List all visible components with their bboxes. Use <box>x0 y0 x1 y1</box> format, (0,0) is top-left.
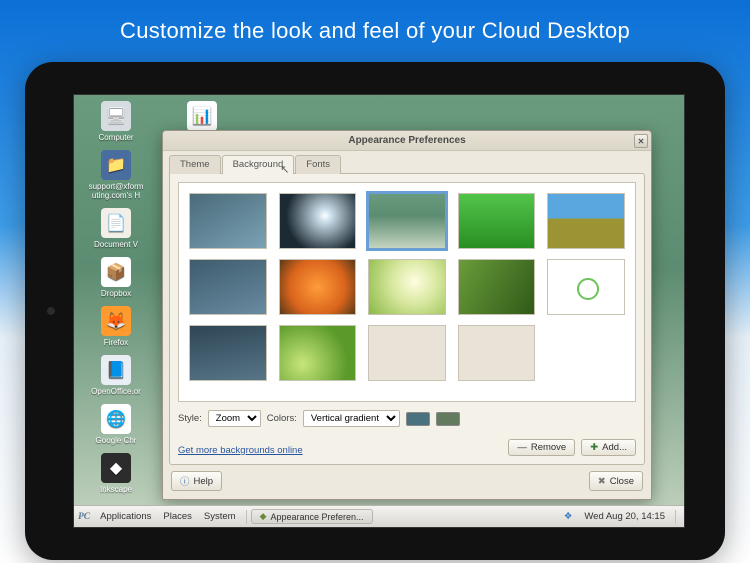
wallpaper-thumb-11[interactable] <box>279 325 357 381</box>
window-titlebar[interactable]: Appearance Preferences ✕ <box>163 131 651 151</box>
desktop-panel: PC Applications Places System ◆ Appearan… <box>74 505 684 527</box>
computer-icon: 🖥 <box>101 101 131 131</box>
wallpaper-thumb-4[interactable] <box>547 193 625 249</box>
window-close-button[interactable]: ✕ <box>634 134 648 148</box>
firefox-icon: 🦊 <box>101 306 131 336</box>
close-icon: ✖ <box>598 476 606 487</box>
tab-theme[interactable]: Theme <box>169 155 221 174</box>
wallpaper-thumb-7[interactable] <box>368 259 446 315</box>
wallpaper-thumb-6[interactable] <box>279 259 357 315</box>
get-more-backgrounds-link[interactable]: Get more backgrounds online <box>178 445 303 456</box>
desktop-icon-label: Firefox <box>80 338 152 347</box>
close-button[interactable]: ✖ Close <box>589 471 643 491</box>
wallpaper-action-buttons: — Remove ✚ Add... <box>508 439 636 456</box>
style-label: Style: <box>178 413 202 424</box>
wallpaper-thumb-12[interactable] <box>368 325 446 381</box>
wallpaper-thumb-2[interactable] <box>368 193 446 249</box>
desktop-icon-home-folder[interactable]: 📁 support@xform uting.com's H <box>80 150 152 200</box>
desktop-icon-inkscape[interactable]: ◆ Inkscape <box>80 453 152 494</box>
chrome-icon: 🌐 <box>101 404 131 434</box>
dropbox-icon: 📦 <box>101 257 131 287</box>
add-button[interactable]: ✚ Add... <box>581 439 636 456</box>
promo-headline: Customize the look and feel of your Clou… <box>0 0 750 44</box>
wallpaper-thumb-8[interactable] <box>458 259 536 315</box>
color-swatch-2[interactable] <box>436 412 460 426</box>
wallpaper-thumbnails-grid <box>189 193 625 381</box>
wallpaper-thumb-5[interactable] <box>189 259 267 315</box>
desktop-icon-label: Dropbox <box>80 289 152 298</box>
tabs-bar: ThemeBackground↖Fonts <box>163 151 651 174</box>
wallpaper-thumb-10[interactable] <box>189 325 267 381</box>
desktop-icon-chrome[interactable]: 🌐 Google Chr <box>80 404 152 445</box>
panel-separator-right <box>675 510 676 524</box>
desktop-icon-openoffice[interactable]: 📘 OpenOffice.or <box>80 355 152 396</box>
tablet-frame: 🖥 Computer 📁 support@xform uting.com's H 📄 Do… <box>25 62 725 560</box>
desktop-icon-computer[interactable]: 🖥 Computer <box>80 101 152 142</box>
wallpaper-thumb-13[interactable] <box>458 325 536 381</box>
wallpaper-thumb-9[interactable] <box>547 259 625 315</box>
wallpaper-thumb-1[interactable] <box>279 193 357 249</box>
wallpaper-thumb-3[interactable] <box>458 193 536 249</box>
add-icon: ✚ <box>590 442 598 453</box>
help-icon: ⓘ <box>180 474 190 488</box>
tab-background[interactable]: Background↖ <box>222 155 295 174</box>
wallpaper-thumb-0[interactable] <box>189 193 267 249</box>
window-footer: ⓘ Help ✖ Close <box>163 471 651 499</box>
help-button[interactable]: ⓘ Help <box>171 471 222 491</box>
appearance-preferences-window: Appearance Preferences ✕ ThemeBackground… <box>162 130 652 500</box>
document-viewer-icon: 📄 <box>101 208 131 238</box>
inkscape-icon: ◆ <box>101 453 131 483</box>
colors-label: Colors: <box>267 413 297 424</box>
tab-fonts[interactable]: Fonts <box>295 155 341 174</box>
desktop-icon-label: Computer <box>80 133 152 142</box>
close-icon: ✕ <box>638 137 645 146</box>
help-label: Help <box>194 476 214 487</box>
remove-label: Remove <box>531 442 566 453</box>
cursor-icon: ↖ <box>280 163 289 176</box>
taskbar-item-appearance[interactable]: ◆ Appearance Preferen... <box>251 509 373 524</box>
close-label: Close <box>610 476 634 487</box>
window-title: Appearance Preferences <box>348 135 465 146</box>
desktop-icon-label: Google Chr <box>80 436 152 445</box>
desktop-icon-document-viewer[interactable]: 📄 Document V <box>80 208 152 249</box>
system-menu[interactable]: System <box>198 506 242 527</box>
desktop-icons-column-1: 🖥 Computer 📁 support@xform uting.com's H 📄 Do… <box>80 101 170 502</box>
panel-clock[interactable]: Wed Aug 20, 14:15 <box>578 506 671 527</box>
panel-separator <box>246 510 247 524</box>
places-menu[interactable]: Places <box>157 506 198 527</box>
colors-select[interactable]: Vertical gradient <box>303 410 400 427</box>
openoffice-icon: 📘 <box>101 355 131 385</box>
wallpaper-controls-row: Style: Zoom Colors: Vertical gradient <box>178 410 636 427</box>
taskbar-item-label: Appearance Preferen... <box>271 512 364 522</box>
libreoffice-calc-icon: 📊 <box>187 101 217 131</box>
desktop-screen: 🖥 Computer 📁 support@xform uting.com's H 📄 Do… <box>73 94 685 528</box>
panel-logo[interactable]: PC <box>78 512 90 522</box>
desktop-icon-label: Document V <box>80 240 152 249</box>
background-tab-panel: Style: Zoom Colors: Vertical gradient Ge… <box>169 173 645 465</box>
desktop-icon-label: Inkscape <box>80 485 152 494</box>
promo-background: Customize the look and feel of your Clou… <box>0 0 750 563</box>
add-label: Add... <box>602 442 627 453</box>
home-folder-icon: 📁 <box>101 150 131 180</box>
network-icon[interactable]: ❖ <box>558 506 579 527</box>
remove-icon: — <box>517 442 527 453</box>
wallpaper-thumbnails-container <box>178 182 636 402</box>
taskbar-item-icon: ◆ <box>260 511 267 522</box>
desktop-icon-dropbox[interactable]: 📦 Dropbox <box>80 257 152 298</box>
applications-menu[interactable]: Applications <box>94 506 157 527</box>
style-select[interactable]: Zoom <box>208 410 261 427</box>
color-swatch-1[interactable] <box>406 412 430 426</box>
remove-button[interactable]: — Remove <box>508 439 575 456</box>
desktop-icon-firefox[interactable]: 🦊 Firefox <box>80 306 152 347</box>
desktop-icon-label: support@xform uting.com's H <box>80 182 152 200</box>
desktop-icon-label: OpenOffice.or <box>80 387 152 396</box>
